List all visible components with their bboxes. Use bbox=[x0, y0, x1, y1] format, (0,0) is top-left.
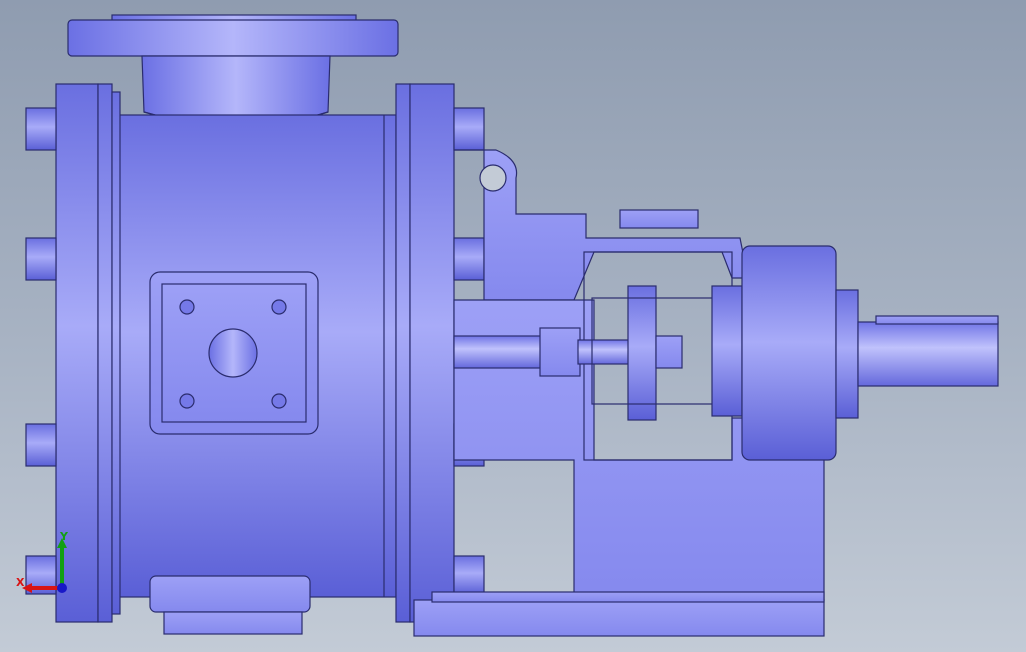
cad-viewport[interactable]: X Y bbox=[0, 0, 1026, 652]
shaft[interactable] bbox=[857, 315, 999, 387]
base-plate bbox=[413, 591, 825, 637]
drain-port bbox=[149, 575, 311, 635]
pump-3d-model[interactable] bbox=[0, 0, 1026, 652]
rear-flange[interactable] bbox=[395, 83, 455, 623]
axis-y-label: Y bbox=[60, 530, 68, 543]
axis-triad bbox=[22, 538, 67, 593]
bolt-heads-left bbox=[25, 107, 57, 595]
inspection-plate bbox=[149, 271, 319, 435]
z-axis-dot bbox=[57, 583, 67, 593]
axis-x-label: X bbox=[16, 576, 25, 589]
